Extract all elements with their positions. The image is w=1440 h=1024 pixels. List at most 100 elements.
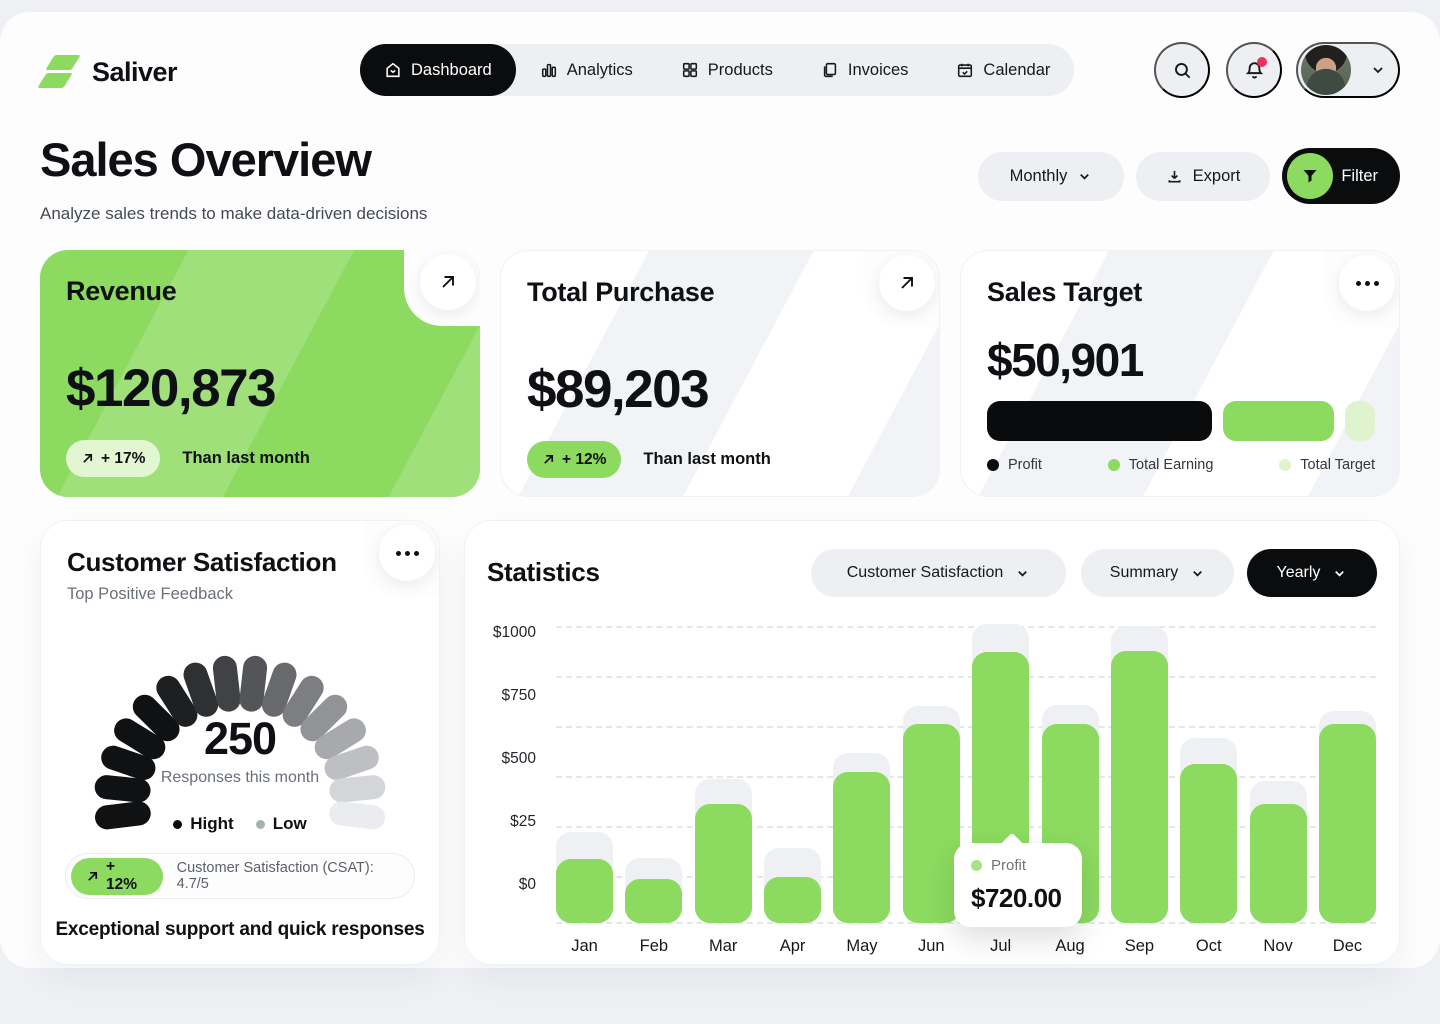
invoice-icon bbox=[821, 61, 839, 79]
bar-column-sep[interactable]: Sep bbox=[1111, 623, 1168, 923]
dashboard-screen: Saliver Dashboard Analytics Products Inv… bbox=[0, 0, 1440, 1024]
bar-column-mar[interactable]: Mar bbox=[695, 623, 752, 923]
legend-item: Total Earning bbox=[1108, 457, 1214, 473]
arrow-up-right-icon bbox=[897, 273, 917, 293]
bar-column-may[interactable]: May bbox=[833, 623, 890, 923]
nav-item-label: Invoices bbox=[848, 61, 909, 80]
brand-logo-icon bbox=[40, 54, 80, 90]
x-tick-label: Jun bbox=[903, 937, 960, 956]
satisfaction-gauge: 250 Responses this month bbox=[90, 621, 390, 801]
period-dropdown-label: Monthly bbox=[1010, 167, 1068, 186]
delta-note: Than last month bbox=[643, 450, 770, 469]
bell-icon bbox=[1244, 60, 1265, 81]
bar-column-apr[interactable]: Apr bbox=[764, 623, 821, 923]
target-value: $50,901 bbox=[987, 333, 1143, 387]
x-tick-label: Aug bbox=[1042, 937, 1099, 956]
legend-item: Total Target bbox=[1279, 457, 1375, 473]
revenue-expand-button[interactable] bbox=[420, 254, 476, 310]
y-tick-label: $500 bbox=[502, 750, 536, 768]
bar-column-feb[interactable]: Feb bbox=[625, 623, 682, 923]
target-more-button[interactable] bbox=[1339, 255, 1395, 311]
bar-value bbox=[1111, 651, 1168, 923]
satisfaction-more-button[interactable] bbox=[379, 525, 435, 581]
card-subtitle: Top Positive Feedback bbox=[67, 585, 233, 604]
tooltip-value: $720.00 bbox=[971, 883, 1061, 914]
bar-value bbox=[556, 859, 613, 923]
nav-item-label: Analytics bbox=[567, 61, 633, 80]
bar-column-jan[interactable]: Jan bbox=[556, 623, 613, 923]
notifications-button[interactable] bbox=[1226, 42, 1282, 98]
bar-value bbox=[903, 724, 960, 923]
page-subtitle: Analyze sales trends to make data-driven… bbox=[40, 204, 427, 224]
x-tick-label: Apr bbox=[764, 937, 821, 956]
download-icon bbox=[1166, 168, 1183, 185]
search-button[interactable] bbox=[1154, 42, 1210, 98]
filter-button-label: Filter bbox=[1341, 167, 1378, 186]
x-tick-label: May bbox=[833, 937, 890, 956]
csat-delta-badge: + 12% bbox=[71, 858, 163, 895]
bar-value bbox=[833, 772, 890, 923]
home-icon bbox=[384, 61, 402, 79]
nav-item-analytics[interactable]: Analytics bbox=[516, 44, 657, 96]
brand-name: Saliver bbox=[92, 57, 177, 88]
legend-dot bbox=[256, 820, 265, 829]
page-title: Sales Overview bbox=[40, 132, 371, 187]
tooltip-dot bbox=[971, 860, 982, 871]
ellipsis-icon bbox=[1356, 281, 1379, 286]
chevron-down-icon bbox=[1015, 566, 1030, 581]
gauge-segment bbox=[328, 774, 386, 804]
card-title: Statistics bbox=[487, 557, 600, 588]
legend-dot bbox=[1108, 459, 1120, 471]
legend-item-low: Low bbox=[256, 814, 307, 834]
legend-dot bbox=[173, 820, 182, 829]
period-dropdown[interactable]: Monthly bbox=[978, 152, 1124, 201]
bar-column-nov[interactable]: Nov bbox=[1250, 623, 1307, 923]
y-tick-label: $750 bbox=[502, 687, 536, 705]
filter-button[interactable]: Filter bbox=[1282, 148, 1400, 204]
satisfaction-legend: Hight Low bbox=[41, 814, 439, 834]
chevron-down-icon bbox=[1332, 566, 1347, 581]
card-title: Total Purchase bbox=[527, 277, 714, 308]
statistics-period-dropdown[interactable]: Yearly bbox=[1247, 549, 1377, 597]
nav-item-dashboard[interactable]: Dashboard bbox=[360, 44, 516, 96]
chevron-down-icon bbox=[1370, 62, 1386, 78]
legend-dot bbox=[1279, 459, 1291, 471]
brand-logo: Saliver bbox=[40, 54, 177, 90]
purchase-expand-button[interactable] bbox=[879, 255, 935, 311]
notification-dot bbox=[1257, 57, 1267, 67]
nav-item-invoices[interactable]: Invoices bbox=[797, 44, 933, 96]
export-button[interactable]: Export bbox=[1136, 152, 1270, 201]
target-segment-profit bbox=[987, 401, 1212, 441]
revenue-delta-badge: + 17% bbox=[66, 440, 160, 477]
csat-summary-pill: + 12% Customer Satisfaction (CSAT): 4.7/… bbox=[65, 853, 415, 899]
bar-column-oct[interactable]: Oct bbox=[1180, 623, 1237, 923]
statistics-metric-dropdown[interactable]: Customer Satisfaction bbox=[811, 549, 1066, 597]
calendar-icon bbox=[956, 61, 974, 79]
x-tick-label: Mar bbox=[695, 937, 752, 956]
bar-value bbox=[764, 877, 821, 923]
nav-item-products[interactable]: Products bbox=[657, 44, 797, 96]
x-tick-label: Jan bbox=[556, 937, 613, 956]
target-segment-total-earning bbox=[1223, 401, 1334, 441]
export-button-label: Export bbox=[1193, 167, 1241, 186]
x-tick-label: Jul bbox=[972, 937, 1029, 956]
delta-note: Than last month bbox=[182, 449, 309, 468]
filter-icon bbox=[1287, 153, 1333, 199]
x-tick-label: Sep bbox=[1111, 937, 1168, 956]
x-tick-label: Feb bbox=[625, 937, 682, 956]
nav-item-calendar[interactable]: Calendar bbox=[932, 44, 1074, 96]
target-legend: Profit Total Earning Total Target bbox=[987, 457, 1375, 473]
bar-column-dec[interactable]: Dec bbox=[1319, 623, 1376, 923]
user-menu[interactable] bbox=[1296, 42, 1400, 98]
purchase-delta-badge: + 12% bbox=[527, 441, 621, 478]
statistics-view-dropdown[interactable]: Summary bbox=[1081, 549, 1234, 597]
bar-column-jun[interactable]: Jun bbox=[903, 623, 960, 923]
card-title: Customer Satisfaction bbox=[67, 547, 337, 578]
revenue-value: $120,873 bbox=[66, 358, 275, 419]
target-segment-total-target bbox=[1345, 401, 1376, 441]
customer-satisfaction-card: Customer Satisfaction Top Positive Feedb… bbox=[40, 520, 440, 965]
bar-chart-icon bbox=[540, 61, 558, 79]
bar-value bbox=[1250, 804, 1307, 923]
arrow-up-right-icon bbox=[542, 453, 555, 466]
purchase-value: $89,203 bbox=[527, 359, 708, 420]
